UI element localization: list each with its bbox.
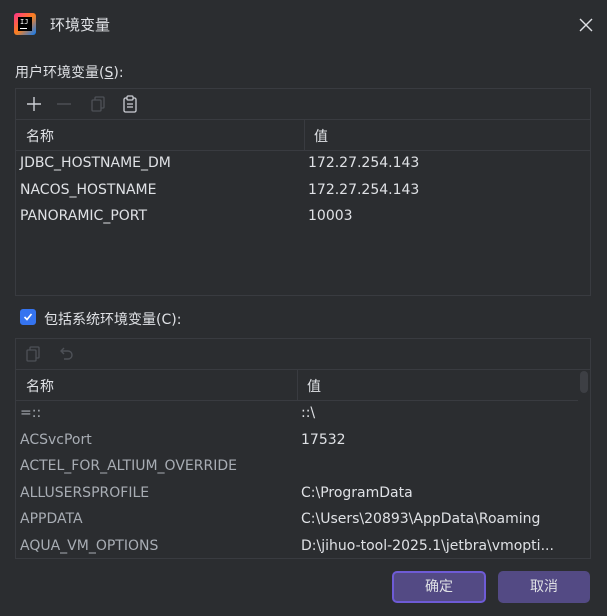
table-row[interactable]: JDBC_HOSTNAME_DM 172.27.254.143 <box>16 151 590 178</box>
table-row[interactable]: AQUA_VM_OPTIONS D:\jihuo-tool-2025.1\jet… <box>16 534 590 561</box>
add-button[interactable] <box>24 94 44 114</box>
row-value: 10003 <box>308 208 353 224</box>
cancel-button[interactable]: 取消 <box>498 571 590 603</box>
row-value: ::\ <box>301 405 316 421</box>
row-name: PANORAMIC_PORT <box>20 208 148 224</box>
minus-icon <box>57 103 71 105</box>
column-header-value[interactable]: 值 <box>314 126 328 146</box>
column-divider[interactable] <box>304 120 305 150</box>
row-name: ACSvcPort <box>20 431 92 448</box>
system-table-header: 名称 值 <box>16 370 578 401</box>
system-env-panel: 名称 值 =:: ::\ ACSvcPort 17532 ACTEL_FOR_A… <box>15 338 591 559</box>
row-value: 172.27.254.143 <box>308 155 420 171</box>
copy-icon <box>91 96 105 112</box>
row-value: 172.27.254.143 <box>308 181 420 198</box>
column-header-name[interactable]: 名称 <box>26 126 54 146</box>
copy-button[interactable] <box>88 94 108 114</box>
user-env-label: 用户环境变量(S): <box>15 65 124 81</box>
column-header-name[interactable]: 名称 <box>26 376 54 396</box>
row-name: ACTEL_FOR_ALTIUM_OVERRIDE <box>20 458 237 474</box>
vertical-scrollbar[interactable] <box>578 371 590 558</box>
row-value: 17532 <box>301 431 346 448</box>
row-name: AQUA_VM_OPTIONS <box>20 537 159 554</box>
table-row[interactable]: ALLUSERSPROFILE C:\ProgramData <box>16 481 590 508</box>
table-row[interactable]: APPDATA C:\Users\20893\AppData\Roaming <box>16 507 590 534</box>
system-env-toolbar <box>16 339 590 370</box>
plus-icon <box>27 97 41 111</box>
table-row[interactable]: PANORAMIC_PORT 10003 <box>16 204 590 231</box>
row-value: C:\ProgramData <box>301 484 413 501</box>
scrollbar-thumb[interactable] <box>580 371 588 393</box>
row-value: C:\Users\20893\AppData\Roaming <box>301 511 541 527</box>
include-system-vars-checkbox[interactable] <box>20 309 36 325</box>
undo-icon <box>60 347 73 360</box>
dialog-title: 环境变量 <box>50 16 111 34</box>
row-name: ALLUSERSPROFILE <box>20 484 150 501</box>
copy-button[interactable] <box>23 344 43 364</box>
copy-icon <box>26 346 40 362</box>
row-name: APPDATA <box>20 511 83 527</box>
checkmark-icon <box>23 313 33 321</box>
paste-icon <box>123 95 137 113</box>
row-name: JDBC_HOSTNAME_DM <box>20 155 171 171</box>
include-system-vars-label: 包括系统环境变量(C): <box>44 312 182 328</box>
row-name: NACOS_HOSTNAME <box>20 181 157 198</box>
close-button[interactable] <box>571 10 601 40</box>
row-value: D:\jihuo-tool-2025.1\jetbra\vmopti... <box>301 537 554 554</box>
remove-button[interactable] <box>54 94 74 114</box>
close-icon <box>579 18 593 32</box>
user-env-toolbar <box>16 89 590 120</box>
user-table-header: 名称 值 <box>16 120 590 151</box>
column-header-value[interactable]: 值 <box>307 376 321 396</box>
row-name: =:: <box>20 405 42 421</box>
table-row[interactable]: NACOS_HOSTNAME 172.27.254.143 <box>16 178 590 205</box>
column-divider[interactable] <box>297 370 298 400</box>
ok-button[interactable]: 确定 <box>392 571 486 603</box>
table-row[interactable]: =:: ::\ <box>16 401 590 428</box>
intellij-logo-icon: IJ <box>14 13 36 35</box>
table-row[interactable]: ACSvcPort 17532 <box>16 428 590 455</box>
table-row[interactable]: ACTEL_FOR_ALTIUM_OVERRIDE <box>16 454 590 481</box>
paste-button[interactable] <box>120 94 140 114</box>
revert-button[interactable] <box>56 344 76 364</box>
user-env-panel: 名称 值 JDBC_HOSTNAME_DM 172.27.254.143 NAC… <box>15 88 591 296</box>
title-bar: IJ 环境变量 <box>0 0 607 50</box>
